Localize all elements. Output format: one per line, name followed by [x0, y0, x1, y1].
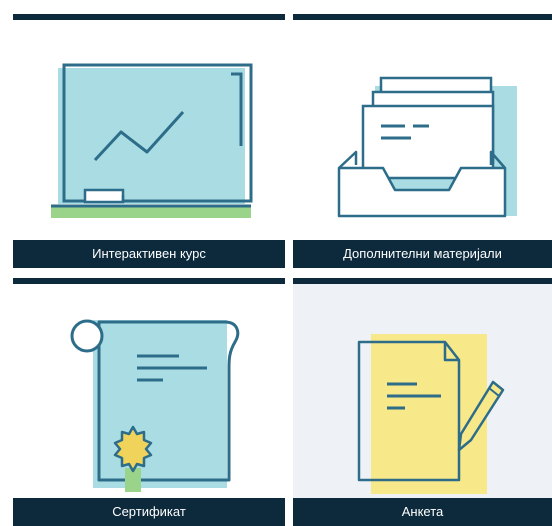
certificate-scroll-icon: [70, 319, 240, 492]
tile-label: Интерактивен курс: [13, 240, 285, 268]
tile-label: Сертификат: [13, 498, 285, 526]
tile-additional-materials[interactable]: Дополнителни материјали: [293, 14, 552, 268]
tile-interactive-course[interactable]: Интерактивен курс: [13, 14, 285, 268]
tile-label: Дополнителни материјали: [293, 240, 552, 268]
survey-pencil-icon: [357, 334, 505, 494]
tile-certificate[interactable]: Сертификат: [13, 278, 285, 526]
tile-label: Анкета: [293, 498, 552, 526]
tile-survey[interactable]: Анкета: [293, 278, 552, 526]
document-tray-icon: [337, 76, 517, 218]
chalkboard-icon: [51, 63, 253, 218]
